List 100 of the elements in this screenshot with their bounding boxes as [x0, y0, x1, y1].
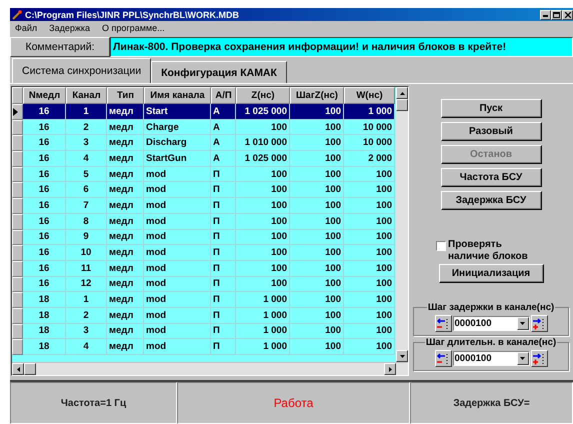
table-cell: 100: [290, 339, 344, 355]
horizontal-scrollbar[interactable]: [12, 362, 408, 375]
table-cell: 100: [236, 260, 290, 277]
action-button[interactable]: Разовый: [440, 122, 542, 141]
table-cell: mod: [144, 198, 211, 214]
table-cell: А: [211, 151, 236, 167]
table-cell: mod: [144, 230, 211, 246]
table-cell: 100: [236, 198, 290, 214]
step-combo[interactable]: 0000100: [452, 351, 530, 366]
table-cell: StartGun: [144, 151, 211, 167]
maximize-button[interactable]: [551, 10, 562, 20]
table-cell: 100: [290, 182, 344, 198]
column-header[interactable]: Nмедл: [23, 87, 66, 104]
table-cell: mod: [144, 245, 211, 261]
table-cell: mod: [144, 276, 211, 292]
table-cell: Charge: [144, 120, 211, 136]
table-cell: 100: [236, 214, 290, 230]
close-button[interactable]: [562, 10, 573, 20]
table-cell: mod: [144, 214, 211, 230]
decrease-button[interactable]: [434, 315, 452, 332]
table-cell: Start: [144, 104, 211, 120]
scroll-thumb[interactable]: [24, 363, 36, 375]
table-cell: 7: [66, 198, 107, 214]
table-cell: mod: [144, 182, 211, 198]
table-cell: 11: [66, 260, 107, 277]
increase-button[interactable]: [530, 315, 548, 332]
table-cell: 12: [66, 276, 107, 292]
up-arrow-icon: [398, 90, 406, 96]
tab[interactable]: Конфигурация КАМАК: [151, 61, 287, 83]
current-row-icon: [13, 108, 18, 116]
table-cell: медл: [107, 230, 144, 246]
table-cell: 16: [23, 260, 66, 277]
table-cell: 100: [344, 308, 395, 324]
table-cell: 100: [344, 324, 395, 340]
table-cell: 1 010 000: [236, 135, 290, 152]
checkbox[interactable]: [436, 241, 446, 251]
comment-field[interactable]: Линак-800. Проверка сохранения информации! и наличия блоков в крейте!: [110, 37, 573, 57]
init-button[interactable]: Инициализация: [438, 264, 544, 283]
table-cell: mod: [144, 339, 211, 355]
column-header[interactable]: А/П: [211, 87, 236, 104]
wand-icon: [12, 10, 22, 20]
table-cell: 16: [23, 276, 66, 292]
table-cell: П: [211, 339, 236, 355]
table-cell: медл: [107, 276, 144, 292]
row-indicator[interactable]: [12, 104, 23, 120]
table-cell: П: [211, 324, 236, 340]
table-cell: медл: [107, 260, 144, 277]
menu-item[interactable]: О программе...: [102, 22, 165, 32]
step-down-icon: [436, 317, 450, 330]
table-cell: 100: [344, 339, 395, 355]
table-cell: медл: [107, 198, 144, 214]
table-cell: 100: [290, 120, 344, 136]
column-header[interactable]: Имя канала: [144, 87, 211, 104]
minimize-button[interactable]: [540, 10, 551, 20]
table-cell: медл: [107, 104, 144, 120]
increase-button[interactable]: [530, 350, 548, 367]
step-up-icon: [532, 317, 546, 330]
table-cell: 100: [236, 245, 290, 261]
tab[interactable]: Система синхронизации: [12, 58, 152, 83]
table-cell: П: [211, 214, 236, 230]
vertical-scrollbar[interactable]: [396, 87, 408, 362]
menu-item[interactable]: Файл: [15, 22, 38, 32]
table-cell: медл: [107, 245, 144, 261]
column-header[interactable]: Z(нс): [236, 87, 290, 104]
table-cell: 100: [236, 166, 290, 182]
action-button[interactable]: Пуск: [440, 99, 542, 118]
step-combo[interactable]: 0000100: [452, 316, 530, 331]
scroll-thumb[interactable]: [396, 99, 408, 111]
table-cell: 16: [23, 182, 66, 198]
action-button[interactable]: Частота БСУ: [440, 168, 542, 187]
table-cell: 16: [23, 135, 66, 152]
table-cell: 100: [290, 135, 344, 152]
action-button[interactable]: Задержка БСУ: [440, 191, 542, 210]
minimize-icon: [543, 12, 548, 17]
column-header[interactable]: Тип: [107, 87, 144, 104]
table-cell: П: [211, 245, 236, 261]
table-cell: 100: [290, 151, 344, 167]
table-cell: 16: [23, 104, 66, 120]
decrease-button[interactable]: [434, 350, 452, 367]
table-cell: 9: [66, 230, 107, 246]
table-cell: mod: [144, 324, 211, 340]
column-header[interactable]: ШагZ(нс): [290, 87, 344, 104]
column-header[interactable]: Канал: [66, 87, 107, 104]
table-cell: 1 025 000: [236, 151, 290, 167]
table-cell: медл: [107, 182, 144, 198]
table-cell: П: [211, 276, 236, 292]
table-cell: 100: [344, 166, 395, 182]
table-cell: медл: [107, 120, 144, 136]
table-cell: медл: [107, 308, 144, 324]
column-header[interactable]: W(нс): [344, 87, 395, 104]
table-cell: П: [211, 292, 236, 308]
maximize-icon: [553, 12, 560, 18]
table-cell: 100: [344, 276, 395, 292]
table-cell: 100: [290, 276, 344, 292]
table-cell: 100: [290, 324, 344, 340]
table-cell: 100: [290, 166, 344, 182]
table-cell: 6: [66, 182, 107, 198]
table-cell: 10 000: [344, 120, 395, 136]
menu-item[interactable]: Задержка: [49, 22, 90, 32]
table-cell: медл: [107, 166, 144, 182]
